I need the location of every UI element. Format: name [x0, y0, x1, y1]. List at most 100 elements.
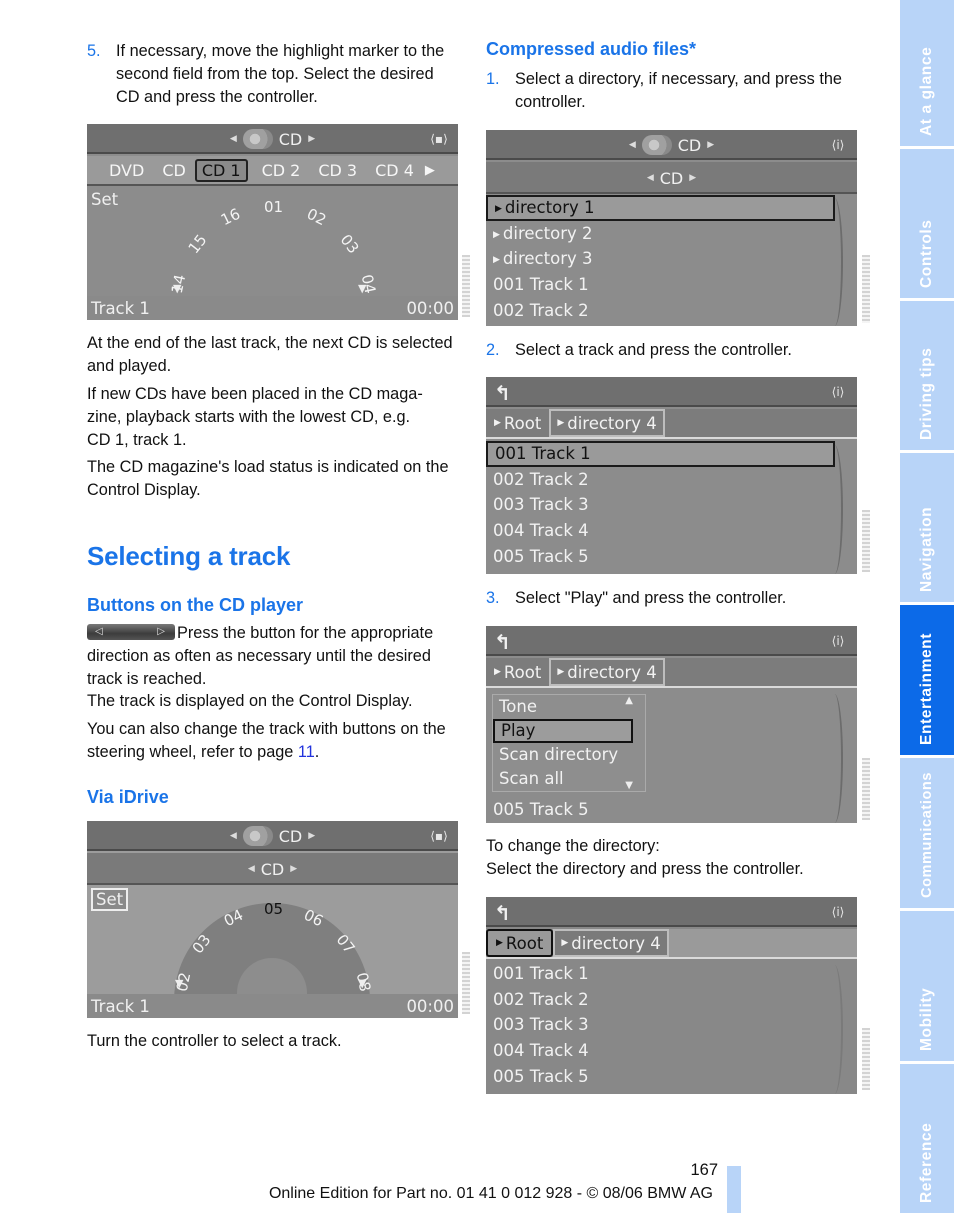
tab-cd-3[interactable]: CD 3 — [309, 161, 366, 180]
screen-directory-list: ◀ CD ▶ ⟨i⟩ ◀ CD ▶ ▶ directory 1 ▶ director… — [486, 130, 857, 326]
track-number[interactable]: 02 — [304, 205, 329, 230]
subsection-title: Compressed audio files* — [486, 39, 697, 59]
cd-player-track-button-icon: ◁ ▷ — [87, 624, 175, 640]
crumb-root[interactable]: ▶ Root — [486, 929, 554, 957]
paragraph: You can also change the track with butto… — [87, 718, 459, 764]
screen-header: ◀ CD ▶ ⟨▪⟩ — [87, 821, 458, 851]
menu-item-scan-directory[interactable]: Scan directory — [493, 743, 645, 767]
list-item[interactable]: 003 Track 3 — [486, 1012, 857, 1038]
left-arrow-icon: ◀ — [229, 831, 237, 841]
list-item[interactable]: 001 Track 1 — [486, 961, 857, 987]
folder-arrow-icon: ▶ — [561, 938, 569, 948]
source-selector[interactable]: ◀ CD ▶ — [486, 162, 857, 194]
list-item[interactable]: 002 Track 2 — [486, 298, 857, 324]
crumb-directory[interactable]: ▶ directory 4 — [549, 658, 665, 686]
side-tab-controls[interactable]: Controls — [900, 149, 954, 298]
tab-cd-2[interactable]: CD 2 — [248, 161, 310, 180]
text-line: CD 1, track 1. — [87, 431, 187, 449]
side-tab-label: Communications — [919, 771, 935, 898]
scrollbar[interactable] — [829, 694, 843, 823]
track-number[interactable]: 03 — [337, 231, 363, 257]
screen-header: ↰ ⟨i⟩ — [486, 626, 857, 656]
text-line: If new CDs have been placed in the CD ma… — [87, 385, 423, 403]
crumb-root[interactable]: ▶ Root — [486, 409, 549, 437]
crumb-label: directory 4 — [567, 662, 657, 682]
list-item[interactable]: 001 Track 1 — [486, 272, 857, 298]
tab-dvd[interactable]: DVD — [87, 161, 153, 180]
step-number: 5. — [87, 42, 101, 60]
source-selector[interactable]: ◀ CD ▶ — [87, 853, 458, 885]
paragraph: To change the directory: Select the dire… — [486, 835, 858, 881]
paragraph: At the end of the last track, the next C… — [87, 334, 453, 375]
time-label: 00:00 — [406, 298, 454, 318]
track-number[interactable]: 05 — [264, 900, 283, 918]
side-tab-reference[interactable]: Reference — [900, 1064, 954, 1213]
scroll-down-icon: ▼ — [625, 780, 633, 791]
side-tab-mobility[interactable]: Mobility — [900, 911, 954, 1061]
image-code — [862, 758, 870, 820]
list-item[interactable]: 005 Track 5 — [486, 797, 589, 823]
side-tab-label: Reference — [918, 1122, 935, 1203]
tab-cd-1[interactable]: CD 1 — [194, 158, 248, 182]
menu-item-tone[interactable]: Tone — [493, 695, 645, 719]
track-number[interactable]: 01 — [264, 198, 283, 216]
track-number[interactable]: 15 — [184, 231, 210, 257]
side-tab-driving-tips[interactable]: Driving tips — [900, 301, 954, 450]
list-item[interactable]: ▶ directory 2 — [486, 221, 857, 247]
menu-item-scan-all[interactable]: Scan all — [493, 767, 645, 791]
list-item[interactable]: 002 Track 2 — [486, 467, 857, 493]
side-tab-navigation[interactable]: Navigation — [900, 453, 954, 602]
scroll-down-icon: ▼ — [358, 977, 367, 990]
set-label[interactable]: Set — [91, 190, 118, 209]
info-nav-icon: ⟨i⟩ — [831, 385, 845, 399]
list-item[interactable]: 004 Track 4 — [486, 518, 857, 544]
back-icon[interactable]: ↰ — [494, 630, 511, 654]
side-tab-at-a-glance[interactable]: At a glance — [900, 0, 954, 146]
tab-cd[interactable]: CD — [153, 161, 195, 180]
left-arrow-icon: ◀ — [646, 173, 654, 183]
paragraph: Turn the controller to select a track. — [87, 1032, 342, 1050]
crumb-label: directory 4 — [571, 933, 661, 953]
side-tab-communications[interactable]: Communications — [900, 758, 954, 908]
crumb-directory[interactable]: ▶ directory 4 — [553, 929, 669, 957]
time-label: 00:00 — [406, 996, 454, 1016]
list-item[interactable]: 001 Track 1 — [486, 441, 835, 467]
step-1: 1. Select a directory, if necessary, and… — [486, 68, 858, 114]
source-label: CD — [260, 859, 285, 879]
status-bar: Track 1 00:00 — [87, 994, 458, 1018]
page-link[interactable]: 11 — [298, 743, 315, 761]
image-code — [862, 255, 870, 323]
more-tabs-arrow-icon[interactable]: ▶ — [423, 163, 444, 178]
list-item[interactable]: ▶ directory 1 — [486, 195, 835, 221]
cd-tabs: DVD CD CD 1 CD 2 CD 3 CD 4 ▶ — [87, 156, 458, 186]
crumb-label: Root — [505, 933, 544, 953]
list-item[interactable]: ▶ directory 3 — [486, 246, 857, 272]
set-button[interactable]: Set — [91, 888, 129, 911]
list-item[interactable]: 005 Track 5 — [486, 1064, 857, 1090]
page-marker — [727, 1166, 741, 1213]
paragraph: If new CDs have been placed in the CD ma… — [87, 383, 467, 452]
list-item[interactable]: 005 Track 5 — [486, 544, 857, 570]
text: . — [314, 743, 320, 761]
tab-cd-4[interactable]: CD 4 — [366, 161, 423, 180]
text-line: Select the directory and press the contr… — [486, 860, 804, 878]
cd-disc-icon — [641, 135, 672, 155]
list-item[interactable]: 003 Track 3 — [486, 492, 857, 518]
list-item[interactable]: 002 Track 2 — [486, 987, 857, 1013]
side-tab-entertainment[interactable]: Entertainment — [900, 605, 954, 755]
track-list: 001 Track 1 002 Track 2 003 Track 3 004 … — [486, 441, 857, 569]
paragraph: The CD magazine's load status is indicat… — [87, 458, 449, 499]
footer-edition: Online Edition for Part no. 01 41 0 012 … — [268, 1185, 713, 1202]
crumb-directory[interactable]: ▶ directory 4 — [549, 409, 665, 437]
back-icon[interactable]: ↰ — [494, 901, 511, 925]
track-number[interactable]: 16 — [218, 205, 243, 230]
menu-item-play[interactable]: Play — [493, 719, 633, 743]
crumb-root[interactable]: ▶ Root — [486, 658, 549, 686]
step-text: Select a track and press the controller. — [515, 341, 792, 359]
left-arrow-icon: ◀ — [229, 134, 237, 144]
back-icon[interactable]: ↰ — [494, 381, 511, 405]
track-list: 001 Track 1 002 Track 2 003 Track 3 004 … — [486, 961, 857, 1089]
cd-disc-icon — [242, 129, 273, 149]
list-item[interactable]: 004 Track 4 — [486, 1038, 857, 1064]
step-number: 3. — [486, 589, 500, 607]
